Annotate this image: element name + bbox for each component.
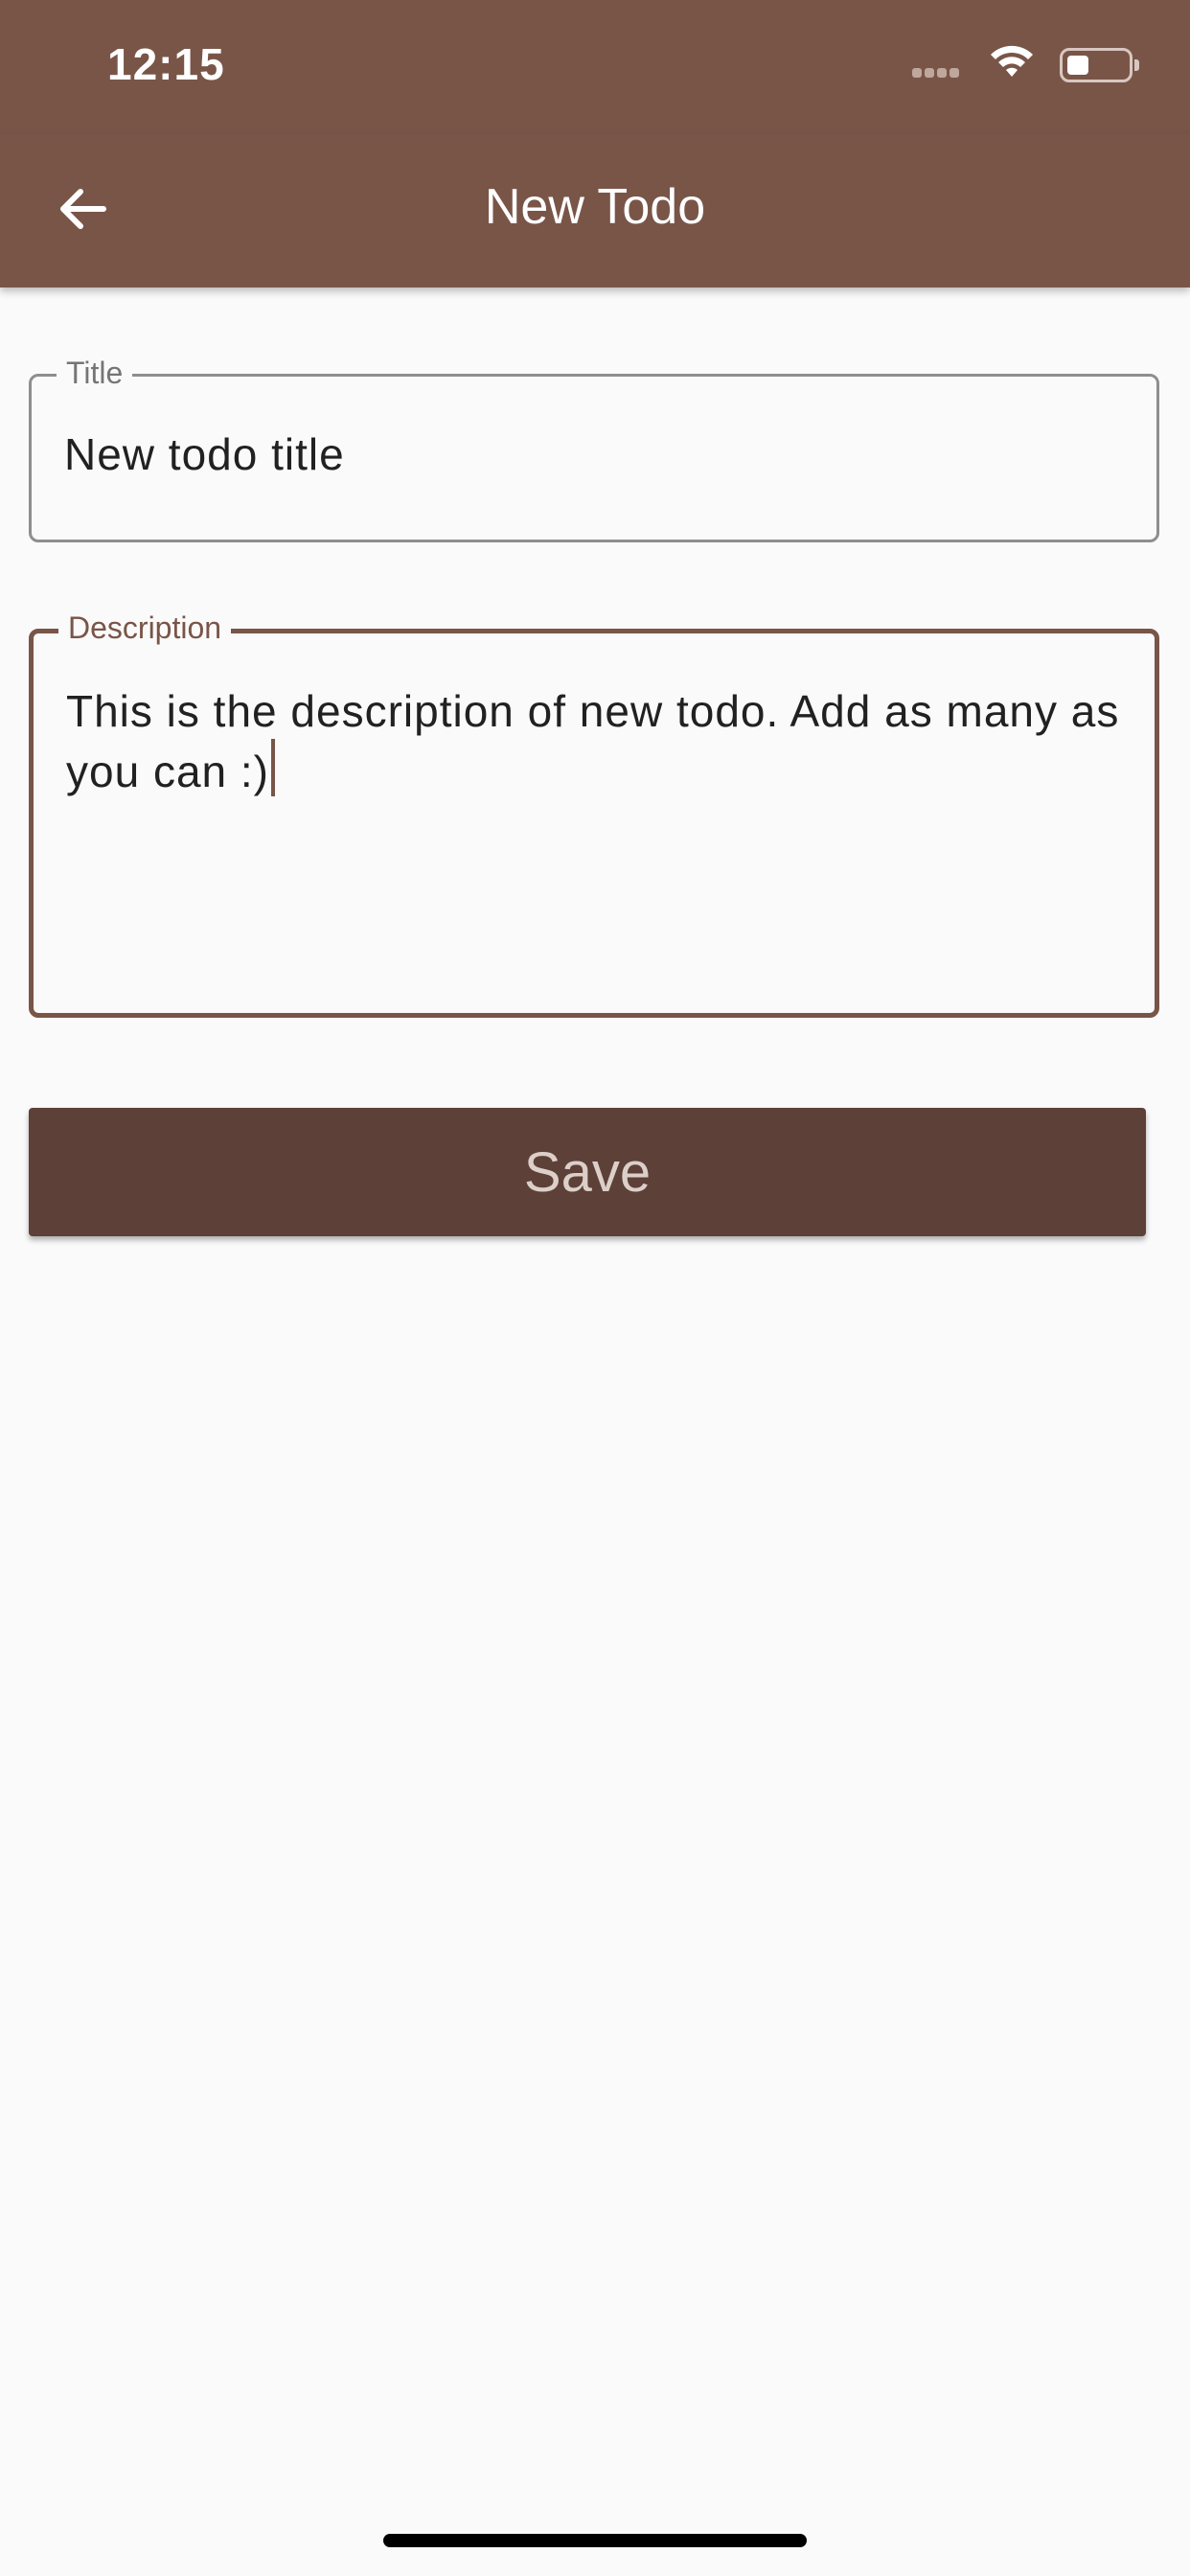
page-title: New Todo (484, 179, 706, 235)
description-field-label: Description (58, 610, 232, 646)
wifi-icon (989, 42, 1035, 85)
signal-icon (912, 65, 962, 82)
title-input[interactable]: New todo title (64, 426, 1124, 482)
app-bar: New Todo (0, 134, 1190, 288)
description-input-value: This is the description of new todo. Add… (66, 686, 1133, 796)
title-field[interactable]: Title New todo title (29, 356, 1159, 542)
description-field[interactable]: Description This is the description of n… (29, 610, 1159, 1018)
battery-icon (1060, 48, 1139, 82)
home-indicator[interactable] (383, 2534, 807, 2547)
title-input-value: New todo title (64, 429, 345, 479)
save-button-label: Save (523, 1140, 652, 1204)
status-time: 12:15 (107, 39, 225, 89)
description-input[interactable]: This is the description of new todo. Add… (66, 683, 1122, 799)
text-cursor (271, 739, 275, 796)
status-bar: 12:15 (0, 0, 1190, 134)
save-button[interactable]: Save (29, 1108, 1146, 1236)
title-field-label: Title (57, 356, 133, 391)
